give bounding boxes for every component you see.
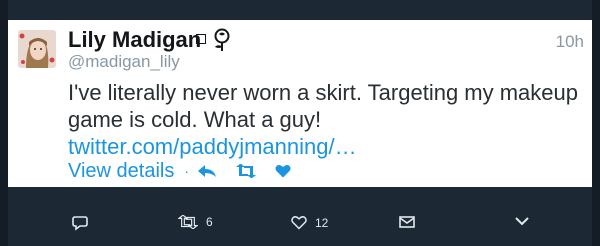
separator-dot: · bbox=[184, 163, 190, 179]
square-icon bbox=[196, 34, 206, 44]
tweet-text: I've literally never worn a skirt. Targe… bbox=[68, 79, 583, 160]
more-options-button[interactable] bbox=[514, 215, 530, 227]
retweet-count: 6 bbox=[206, 215, 213, 229]
like-count: 12 bbox=[315, 215, 329, 230]
bottom-action-bar: 6 12 bbox=[8, 205, 592, 245]
comment-icon bbox=[72, 216, 88, 231]
tweet-body: I've literally never worn a skirt. Targe… bbox=[68, 80, 578, 132]
retweet-icon bbox=[236, 164, 257, 178]
avatar-image bbox=[18, 30, 56, 68]
reply-icon bbox=[198, 165, 217, 177]
tweet-actions-row: View details · bbox=[68, 158, 309, 184]
user-handle[interactable]: @madigan_lily bbox=[68, 52, 180, 72]
window-frame-right bbox=[592, 0, 600, 246]
window-frame-left bbox=[0, 0, 8, 246]
envelope-icon bbox=[399, 216, 415, 228]
direct-message-button[interactable] bbox=[399, 215, 415, 229]
like-button[interactable] bbox=[275, 164, 291, 178]
avatar[interactable] bbox=[18, 30, 56, 68]
bottom-like-button[interactable]: 12 bbox=[291, 215, 328, 230]
tweet-timestamp[interactable]: 10h bbox=[556, 32, 584, 52]
heart-icon bbox=[291, 216, 307, 230]
retweet-button[interactable] bbox=[235, 164, 257, 178]
reply-button[interactable] bbox=[197, 164, 217, 178]
rose-icon bbox=[214, 28, 230, 51]
bottom-retweet-button[interactable]: 6 bbox=[178, 215, 213, 229]
like-icon bbox=[275, 165, 291, 178]
bottom-reply-button[interactable] bbox=[72, 215, 88, 231]
tweet-link[interactable]: twitter.com/paddyjmanning/… bbox=[68, 134, 357, 159]
tweet-card[interactable]: Lily Madigan @madigan_lily 10h I've lite… bbox=[8, 20, 592, 187]
chevron-down-icon bbox=[515, 217, 529, 226]
view-details-link[interactable]: View details bbox=[68, 160, 174, 183]
display-name[interactable]: Lily Madigan bbox=[68, 27, 201, 53]
retweet-icon bbox=[178, 215, 198, 229]
